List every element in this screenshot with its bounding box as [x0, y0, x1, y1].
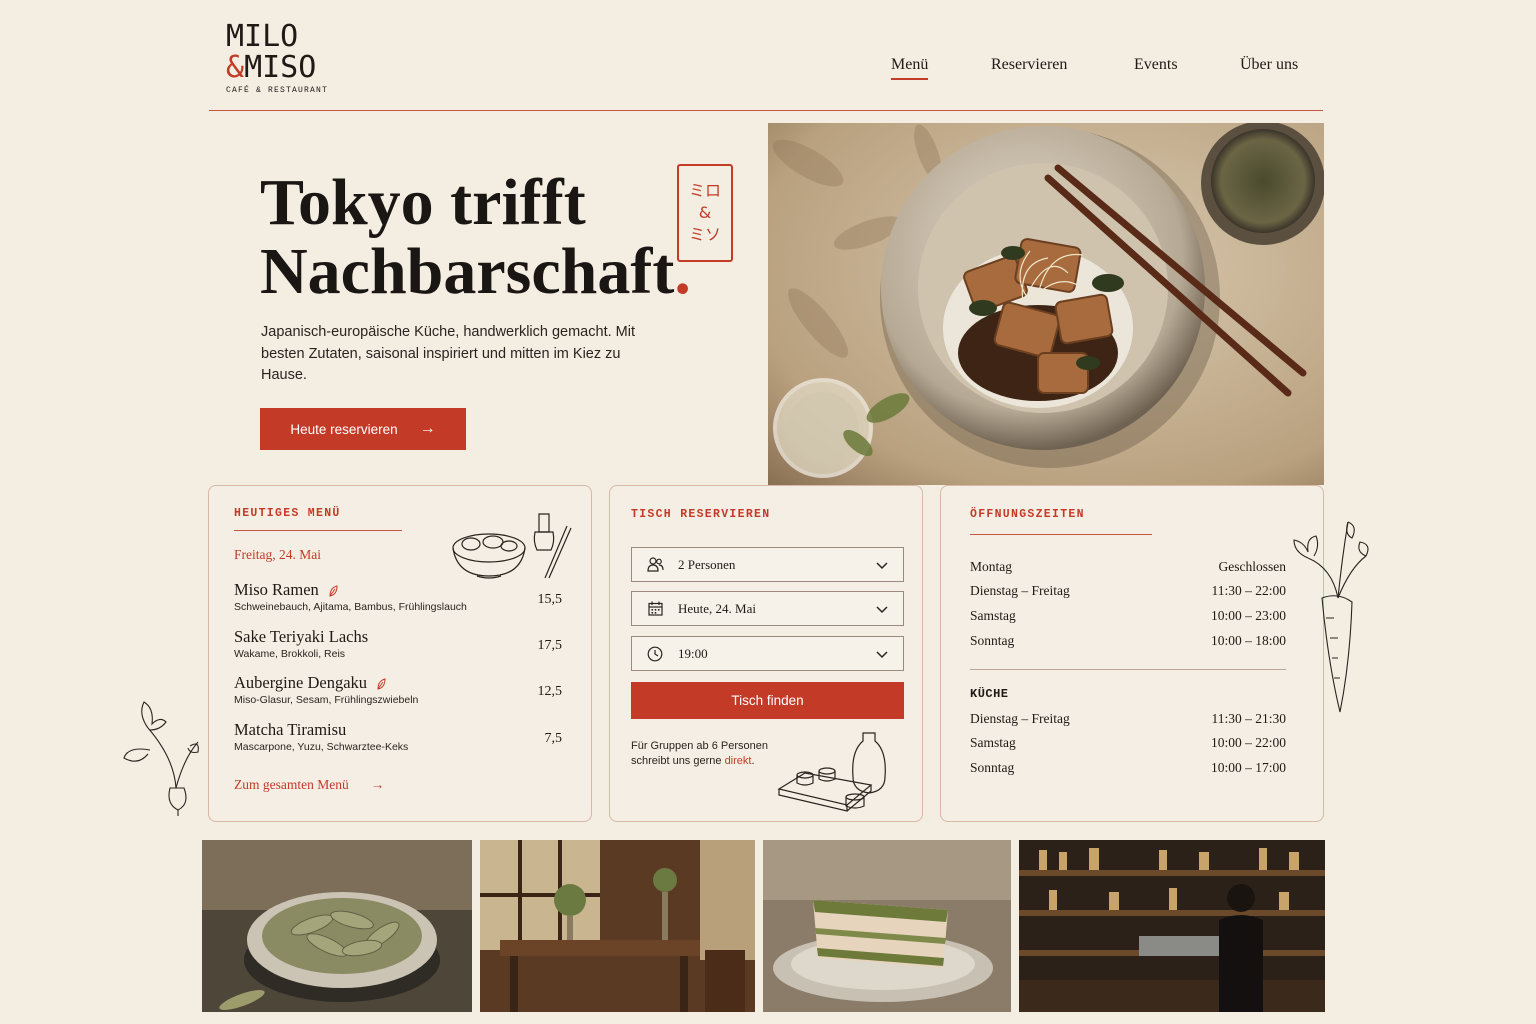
menu-item-name: Sake Teriyaki Lachs: [234, 627, 369, 646]
logo-word-milo: MILO: [226, 19, 299, 54]
menu-item-description: Mascarpone, Yuzu, Schwarztee-Keks: [234, 741, 409, 753]
menu-item-price: 7,5: [544, 731, 563, 746]
menu-item[interactable]: Aubergine Dengaku Miso-Glasur, Sesam, Fr…: [234, 673, 574, 706]
hero-title: Tokyo trifft Nachbarschaft.: [260, 166, 691, 308]
leaf-icon: [329, 585, 338, 597]
hours-separator: [970, 669, 1286, 670]
logo-subtitle: CAFÉ & RESTAURANT: [226, 86, 329, 95]
hours-row: Montag Geschlossen: [970, 559, 1286, 574]
date-select[interactable]: Heute, 24. Mai: [631, 591, 904, 626]
hours-row: Samstag 10:00 – 23:00: [970, 608, 1286, 623]
hours-card-title: ÖFFNUNGSZEITEN: [970, 508, 1085, 521]
people-icon: [646, 556, 664, 574]
hero-description: Japanisch-europäische Küche, handwerklic…: [261, 324, 635, 383]
time-value: 19:00: [678, 645, 708, 661]
header-divider: [209, 110, 1323, 111]
matcha-tiramisu-photo: [763, 840, 1011, 1012]
hero-food-photo: [768, 123, 1324, 485]
radish-sketch-illustration: [123, 701, 199, 816]
guests-value: 2 Personen: [678, 556, 736, 572]
menu-item-name: Aubergine Dengaku: [234, 673, 368, 692]
menu-item-price: 12,5: [537, 684, 563, 699]
menu-item-name: Miso Ramen: [234, 580, 319, 599]
menu-card-title: HEUTIGES MENÜ: [234, 507, 341, 520]
menu-item-price: 15,5: [537, 592, 563, 607]
nav-item-ueber-uns[interactable]: Über uns: [1240, 56, 1298, 74]
menu-date: Freitag, 24. Mai: [234, 547, 321, 562]
menu-item-price: 17,5: [537, 638, 563, 653]
logo[interactable]: MILO &MISO CAFÉ & RESTAURANT: [226, 19, 329, 96]
todays-menu-card: HEUTIGES MENÜ Freitag, 24. Mai Miso Rame…: [208, 485, 592, 822]
hours-row: Sonntag 10:00 – 18:00: [970, 633, 1286, 648]
nav-item-reservieren[interactable]: Reservieren: [991, 56, 1067, 74]
clock-icon: [646, 645, 664, 663]
hanko-stamp: ミロ & ミソ: [677, 164, 733, 262]
hours-row: Dienstag – Freitag 11:30 – 22:00: [970, 583, 1286, 598]
kitchen-hours-row: Sonntag 10:00 – 17:00: [970, 760, 1286, 775]
barista-counter-photo: [1019, 840, 1325, 1012]
menu-item-description: Miso-Glasur, Sesam, Frühlingszwiebeln: [234, 694, 419, 706]
menu-item-description: Schweinebauch, Ajitama, Bambus, Frühling…: [234, 601, 467, 613]
leaf-icon: [377, 678, 386, 690]
contact-direct-link[interactable]: direkt: [725, 755, 752, 767]
kitchen-hours-row: Samstag 10:00 – 22:00: [970, 735, 1286, 750]
menu-item[interactable]: Matcha Tiramisu Mascarpone, Yuzu, Schwar…: [234, 720, 574, 753]
reservation-card-title: TISCH RESERVIEREN: [631, 508, 771, 521]
full-menu-link[interactable]: Zum gesamten Menü →: [234, 777, 384, 793]
calendar-icon: [646, 600, 664, 618]
chevron-down-icon: [876, 561, 888, 569]
reservation-card: TISCH RESERVIEREN 2 Personen Heute, 24. …: [609, 485, 923, 822]
menu-item-description: Wakame, Brokkoli, Reis: [234, 648, 346, 660]
logo-word-miso: MISO: [244, 50, 317, 85]
carrot-sketch-illustration: [1293, 521, 1369, 713]
date-value: Heute, 24. Mai: [678, 600, 756, 616]
kitchen-hours-title: KÜCHE: [970, 687, 1009, 701]
chevron-down-icon: [876, 605, 888, 613]
arrow-right-icon: →: [370, 777, 385, 792]
time-select[interactable]: 19:00: [631, 636, 904, 671]
reserve-today-button[interactable]: Heute reservieren →: [260, 408, 466, 450]
opening-hours-card: ÖFFNUNGSZEITEN Montag Geschlossen Diensta…: [940, 485, 1324, 822]
find-table-button[interactable]: Tisch finden: [631, 682, 904, 719]
menu-item[interactable]: Miso Ramen Schweinebauch, Ajitama, Bambu…: [234, 580, 574, 613]
arrow-right-icon: →: [419, 420, 436, 437]
kitchen-hours-row: Dienstag – Freitag 11:30 – 21:30: [970, 711, 1286, 726]
ramen-bowl-illustration: [452, 513, 572, 579]
hours-card-divider: [970, 534, 1152, 535]
chevron-down-icon: [876, 650, 888, 658]
guests-select[interactable]: 2 Personen: [631, 547, 904, 582]
menu-item-name: Matcha Tiramisu: [234, 720, 347, 739]
logo-ampersand: &: [226, 50, 245, 85]
sake-set-illustration: [777, 732, 886, 812]
edamame-photo: [202, 840, 472, 1012]
menu-item[interactable]: Sake Teriyaki Lachs Wakame, Brokkoli, Re…: [234, 627, 574, 660]
dining-room-photo: [480, 840, 755, 1012]
nav-item-menu[interactable]: Menü: [891, 56, 929, 80]
nav-item-events[interactable]: Events: [1134, 56, 1178, 74]
menu-card-divider: [234, 530, 402, 531]
